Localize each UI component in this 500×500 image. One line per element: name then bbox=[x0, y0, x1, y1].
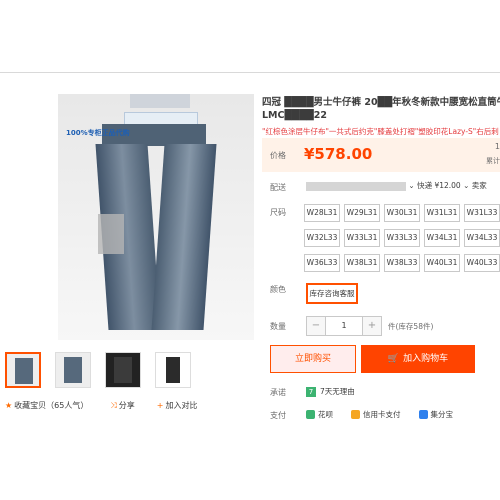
payment-huabei-label: 花呗 bbox=[318, 410, 333, 419]
payment-jifenbao[interactable]: 集分宝 bbox=[418, 409, 454, 420]
size-option[interactable]: W31L31 bbox=[424, 204, 460, 222]
size-option[interactable]: W31L33 bbox=[464, 204, 500, 222]
thumbnail-strip bbox=[5, 352, 191, 388]
thumbnail-2[interactable] bbox=[55, 352, 91, 388]
promise-text[interactable]: 7天无理由 bbox=[320, 386, 355, 397]
shipping-label: 配送 bbox=[270, 183, 286, 192]
blurred-location bbox=[306, 181, 406, 191]
shipping-chevron-icon: ⌄ bbox=[463, 181, 470, 190]
product-actions: ★ 收藏宝贝（65人气） ⤨ 分享 + 加入对比 bbox=[5, 400, 197, 411]
promise-info: 7 7天无理由 bbox=[306, 386, 355, 397]
image-watermark: 100%专柜正品代购 bbox=[66, 129, 130, 137]
star-icon: ★ bbox=[5, 401, 13, 410]
quantity-minus-button[interactable]: − bbox=[306, 316, 326, 336]
thumbnail-jeans bbox=[166, 357, 180, 383]
cart-icon: 🛒 bbox=[387, 354, 400, 364]
thumbnail-4[interactable] bbox=[155, 352, 191, 388]
size-option[interactable]: W40L33 bbox=[464, 254, 500, 272]
size-options: W28L31 W29L31 W30L31 W31L31 W31L33 W32L3… bbox=[304, 204, 500, 272]
quantity-plus-button[interactable]: + bbox=[362, 316, 382, 336]
size-option[interactable]: W29L31 bbox=[344, 204, 380, 222]
payment-label: 支付 bbox=[270, 411, 286, 420]
quantity-input[interactable]: 1 bbox=[326, 316, 362, 336]
jeans-hanger bbox=[130, 94, 190, 108]
compare-label: 加入对比 bbox=[165, 401, 198, 410]
size-option[interactable]: W33L33 bbox=[384, 229, 420, 247]
promise-label: 承诺 bbox=[270, 388, 286, 397]
size-option[interactable]: W36L33 bbox=[304, 254, 340, 272]
size-option[interactable]: W30L31 bbox=[384, 204, 420, 222]
top-divider bbox=[0, 72, 500, 73]
compare-button[interactable]: + 加入对比 bbox=[157, 400, 198, 411]
thumbnail-1[interactable] bbox=[5, 352, 41, 388]
size-option[interactable]: W32L33 bbox=[304, 229, 340, 247]
color-option[interactable]: 库存咨询客服 bbox=[306, 283, 358, 304]
size-option[interactable]: W28L31 bbox=[304, 204, 340, 222]
payment-methods: 花呗 信用卡支付 集分宝 bbox=[306, 409, 453, 420]
jifenbao-icon bbox=[418, 410, 428, 419]
payment-jifenbao-label: 集分宝 bbox=[430, 410, 454, 419]
share-icon: ⤨ bbox=[110, 401, 117, 410]
size-option[interactable]: W40L31 bbox=[424, 254, 460, 272]
blurred-region bbox=[98, 214, 124, 254]
shipping-extra: 卖家 bbox=[471, 181, 487, 190]
price-side-label: 累计 bbox=[486, 157, 500, 165]
price-label: 价格 bbox=[270, 151, 286, 160]
size-option[interactable]: W38L33 bbox=[384, 254, 420, 272]
price-value: ¥578.00 bbox=[304, 145, 373, 163]
seven-day-badge-icon: 7 bbox=[306, 386, 316, 397]
thumbnail-3[interactable] bbox=[105, 352, 141, 388]
product-title: 四冠 ████男士牛仔裤 20██年秋冬新款中腰宽松直筒牛仔 bbox=[262, 97, 500, 108]
thumbnail-jeans bbox=[64, 357, 82, 383]
size-label: 尺码 bbox=[270, 208, 286, 217]
favorite-button[interactable]: ★ 收藏宝贝（65人气） bbox=[5, 400, 88, 411]
color-label: 颜色 bbox=[270, 285, 286, 294]
buy-now-button[interactable]: 立即购买 bbox=[270, 345, 356, 373]
size-option[interactable]: W34L31 bbox=[424, 229, 460, 247]
thumbnail-jeans bbox=[15, 358, 33, 384]
shipping-info: ⌄ 快递 ¥12.00 ⌄ 卖家 bbox=[306, 180, 500, 191]
product-model: LMC████22 bbox=[262, 110, 327, 121]
product-subtitle: "红棕色涂层牛仔布"一共式后约克"膝盖处打褶"塑胶印花Lazy-S"右后刺 bbox=[262, 127, 499, 136]
share-button[interactable]: ⤨ 分享 bbox=[110, 400, 134, 411]
payment-credit-label: 信用卡支付 bbox=[363, 410, 401, 419]
add-to-cart-button[interactable]: 🛒 加入购物车 bbox=[361, 345, 475, 373]
quantity-stepper: − 1 + 件(库存58件) bbox=[306, 316, 433, 336]
price-side-count: 1 bbox=[494, 142, 500, 151]
stock-info: 件(库存58件) bbox=[388, 321, 434, 331]
shipping-text: 快递 ¥12.00 bbox=[417, 181, 461, 190]
quantity-label: 数量 bbox=[270, 322, 286, 331]
credit-card-icon bbox=[351, 410, 360, 419]
share-label: 分享 bbox=[118, 401, 135, 410]
add-to-cart-label: 加入购物车 bbox=[403, 354, 449, 364]
plus-icon: + bbox=[156, 401, 164, 410]
favorite-label: 收藏宝贝（65人气） bbox=[14, 401, 89, 410]
shipping-dropdown[interactable]: ⌄ bbox=[408, 181, 414, 190]
size-option[interactable]: W33L31 bbox=[344, 229, 380, 247]
price-panel: 价格 ¥578.00 1 累计 bbox=[262, 138, 500, 172]
payment-huabei[interactable]: 花呗 bbox=[306, 409, 333, 420]
huabei-icon bbox=[306, 410, 315, 419]
size-option[interactable]: W34L33 bbox=[464, 229, 500, 247]
size-option[interactable]: W38L31 bbox=[344, 254, 380, 272]
thumbnail-jeans bbox=[114, 357, 132, 383]
payment-credit-card[interactable]: 信用卡支付 bbox=[351, 409, 401, 420]
